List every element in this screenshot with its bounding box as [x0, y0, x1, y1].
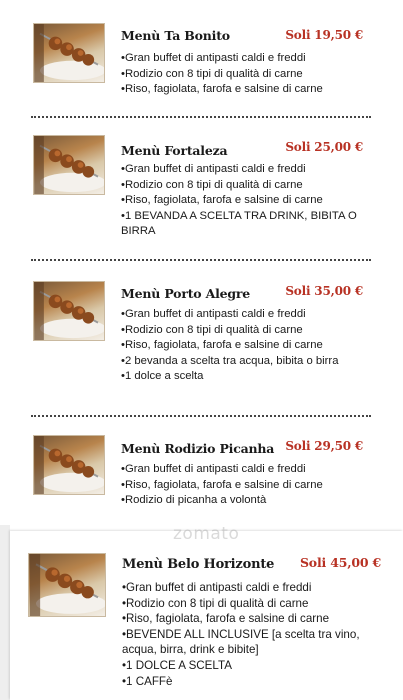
skewer-meat-image — [29, 554, 105, 616]
list-item: •BEVENDE ALL INCLUSIVE [a scelta tra vin… — [122, 627, 360, 657]
menu-price: Soli 35,00 € — [285, 284, 363, 298]
dotted-divider — [31, 116, 371, 118]
list-item: •Rodizio di picanha a volontà — [121, 494, 267, 506]
skewer-meat-image — [34, 436, 104, 494]
list-item: •1 dolce a scelta — [121, 370, 204, 382]
menu-items-list: •Gran buffet di antipasti caldi e freddi… — [121, 462, 371, 509]
menu-photo — [33, 281, 105, 341]
menu-price: Soli 19,50 € — [285, 28, 363, 42]
list-item: •Rodizio con 8 tipi di qualità di carne — [121, 67, 303, 80]
list-item: •1 CAFFè — [122, 674, 173, 688]
list-item: •Riso, fagiolata, farofa e salsine di ca… — [122, 612, 330, 626]
dotted-divider — [31, 259, 371, 261]
list-item: •Rodizio con 8 tipi di qualità di carne — [121, 323, 303, 336]
list-item: •Gran buffet di antipasti caldi e freddi — [121, 308, 306, 320]
menu-title: Menù Porto Alegre — [121, 286, 251, 301]
menu-price: Soli 29,50 € — [285, 439, 363, 453]
menu-price: Soli 45,00 € — [299, 555, 381, 570]
menu-price: Soli 25,00 € — [285, 140, 363, 154]
menu-photo — [33, 135, 105, 195]
skewer-meat-image — [34, 24, 104, 82]
skewer-meat-image — [34, 282, 104, 340]
menu-title: Menù Fortaleza — [121, 143, 228, 158]
list-item: •Rodizio con 8 tipi di qualità di carne — [121, 178, 303, 191]
menu-items-list: •Gran buffet di antipasti caldi e freddi… — [121, 307, 371, 385]
menu-title: Menù Ta Bonito — [121, 28, 230, 43]
list-item: •Gran buffet di antipasti caldi e freddi — [121, 52, 306, 64]
list-item: •Riso, fagiolata, farofa e salsine di ca… — [121, 339, 323, 351]
list-item: •Riso, fagiolata, farofa e salsine di ca… — [121, 194, 323, 206]
list-item: •Gran buffet di antipasti caldi e freddi — [122, 581, 312, 594]
watermark: zomato — [173, 524, 240, 544]
menu-items-list: •Gran buffet di antipasti caldi e freddi… — [121, 162, 371, 240]
menu-items-list: •Gran buffet di antipasti caldi e freddi… — [122, 580, 372, 689]
list-item: •Rodizio con 8 tipi di qualità di carne — [122, 596, 309, 610]
menu-photo — [28, 553, 106, 617]
list-item: •1 BEVANDA A SCELTA TRA DRINK, BIBITA O … — [121, 209, 357, 238]
dotted-divider — [31, 415, 371, 417]
background-strip — [0, 525, 10, 700]
menu-photo — [33, 435, 105, 495]
list-item: •Gran buffet di antipasti caldi e freddi — [121, 163, 306, 175]
list-item: •1 DOLCE A SCELTA — [122, 658, 232, 672]
list-item: •Riso, fagiolata, farofa e salsine di ca… — [121, 83, 323, 95]
menu-items-list: •Gran buffet di antipasti caldi e freddi… — [121, 51, 371, 98]
list-item: •Gran buffet di antipasti caldi e freddi — [121, 463, 306, 475]
list-item: •Riso, fagiolata, farofa e salsine di ca… — [121, 478, 323, 491]
list-item: •2 bevanda a scelta tra acqua, bibita o … — [121, 354, 339, 367]
skewer-meat-image — [34, 136, 104, 194]
menu-photo — [33, 23, 105, 83]
menu-title: Menù Rodizio Picanha — [121, 441, 275, 456]
menu-title: Menù Belo Horizonte — [122, 557, 275, 572]
